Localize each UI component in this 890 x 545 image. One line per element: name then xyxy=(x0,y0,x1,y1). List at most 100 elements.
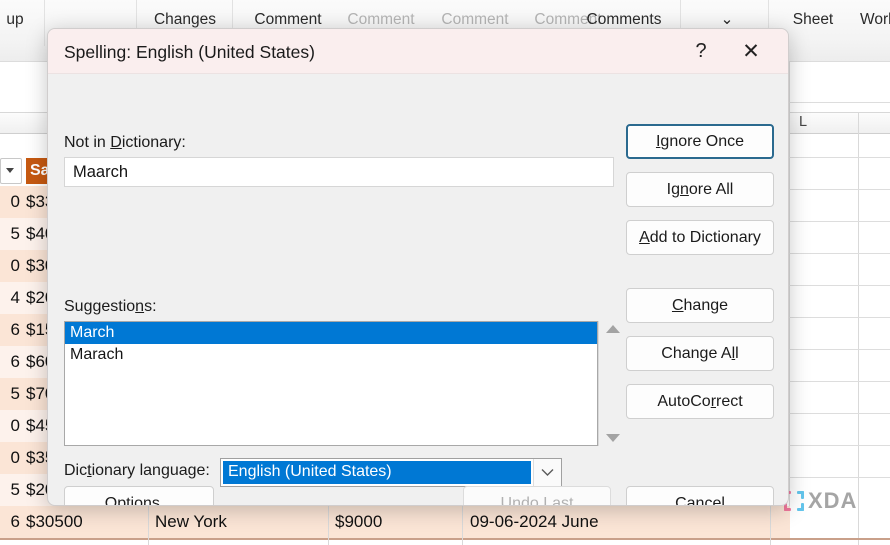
ribbon-group-2[interactable]: Translate xyxy=(46,0,138,7)
btn-label-part: dd to Dictionary xyxy=(649,228,761,246)
btn-accesskey: n xyxy=(679,180,689,198)
table-row[interactable]: 5 $40 xyxy=(0,218,54,250)
column-header-L[interactable]: L xyxy=(790,114,816,130)
label-part: ionary language: xyxy=(91,462,210,479)
table-row[interactable]: 5 $20 xyxy=(0,474,54,506)
scroll-up-icon[interactable] xyxy=(605,325,620,333)
dialog-titlebar[interactable]: Spelling: English (United States) ? ✕ xyxy=(48,29,788,74)
cell-target: $9000 xyxy=(335,512,383,531)
btn-label-part: Ig xyxy=(666,180,680,198)
cell-qty: 0 xyxy=(10,448,20,467)
grid-vline xyxy=(770,506,771,545)
add-to-dictionary-button[interactable]: Add to Dictionary xyxy=(626,220,774,255)
cell-qty: 5 xyxy=(10,384,20,403)
grid-vline xyxy=(858,112,859,545)
label-part: s: xyxy=(144,298,157,315)
cell-qty: 0 xyxy=(10,256,20,275)
ribbon-group-10[interactable]: Protect Sheet xyxy=(776,0,850,32)
table-row[interactable]: 4 $20 xyxy=(0,282,54,314)
help-icon[interactable]: ? xyxy=(684,35,718,68)
grid-vline xyxy=(148,506,149,545)
cell-qty: 0 xyxy=(10,192,20,211)
dictionary-language-label: Dictionary language: xyxy=(64,462,210,480)
table-row[interactable]: 0 $35 xyxy=(0,442,54,474)
cell-qty: 6 xyxy=(10,352,20,371)
suggestion-items: March Marach xyxy=(65,322,597,366)
cell-target: $9000 xyxy=(335,540,382,545)
grid-hline xyxy=(789,189,890,190)
close-icon[interactable]: ✕ xyxy=(734,35,768,68)
cell-date: 09-06-2024 June xyxy=(470,512,599,531)
grid-hline xyxy=(789,157,890,158)
btn-accesskey: O xyxy=(104,494,118,506)
btn-label-part: l xyxy=(735,344,739,362)
grid-hline xyxy=(789,102,890,103)
grid-hline xyxy=(789,285,890,286)
ignore-once-button[interactable]: Ignore Once xyxy=(626,124,774,159)
autocorrect-button[interactable]: AutoCo r rect xyxy=(626,384,774,419)
label-part: Not in xyxy=(64,134,111,151)
ribbon-group-11[interactable]: Pro Work xyxy=(852,0,890,32)
spelling-dialog: Spelling: English (United States) ? ✕ No… xyxy=(47,28,789,506)
filter-dropdown-icon[interactable] xyxy=(0,158,22,184)
table-row[interactable]: 6 $15 xyxy=(0,314,54,346)
change-button[interactable]: Change xyxy=(626,288,774,323)
cell-qty: 6 xyxy=(0,540,20,545)
grid-hline xyxy=(789,253,890,254)
cell-qty: 0 xyxy=(10,416,20,435)
btn-label-part: ptions... xyxy=(117,494,174,506)
dialog-title: Spelling: English (United States) xyxy=(64,42,315,62)
btn-label-part: Undo Last xyxy=(500,494,574,506)
suggestions-listbox[interactable]: March Marach xyxy=(64,321,598,446)
table-row[interactable]: 0 $30 xyxy=(0,250,54,282)
grid-hline xyxy=(789,445,890,446)
cell-state: New York xyxy=(155,512,227,531)
table-row[interactable]: 6 $60 xyxy=(0,346,54,378)
grid-vline xyxy=(462,506,463,545)
undo-last-button: Undo Last xyxy=(463,486,611,506)
grid-hline xyxy=(789,349,890,350)
table-row[interactable]: 5 $70 xyxy=(0,378,54,410)
btn-accesskey: A xyxy=(639,228,650,246)
scroll-down-icon[interactable] xyxy=(605,434,620,442)
not-in-dictionary-label: Not in Dictionary: xyxy=(64,134,186,152)
grid-vline xyxy=(789,62,790,545)
cancel-button[interactable]: Cancel xyxy=(626,486,774,505)
suggestions-scrollbar[interactable] xyxy=(598,321,626,446)
table-row[interactable]: 0 $33 xyxy=(0,186,54,218)
cell-date: 09-06-2024 June xyxy=(470,540,599,545)
grid-hline xyxy=(789,317,890,318)
label-accesskey: n xyxy=(135,298,145,315)
cell-qty: 4 xyxy=(10,288,20,307)
cell-qty: 6 xyxy=(10,320,20,339)
cell-amount: $30500 xyxy=(26,512,83,531)
table-row[interactable]: 6 $30500 Arizona $9000 09-06-2024 June xyxy=(0,540,790,545)
options-button[interactable]: Options... xyxy=(64,486,214,506)
btn-label-part: gnore Once xyxy=(660,132,745,150)
label-part: Dic xyxy=(64,462,88,479)
suggestions-label: Suggestions: xyxy=(64,298,157,316)
ignore-all-button[interactable]: Ig n ore All xyxy=(626,172,774,207)
grid-hline xyxy=(789,477,890,478)
ribbon-separator xyxy=(44,0,45,46)
ribbon-group-1[interactable]: ts xyxy=(0,0,44,7)
not-in-dictionary-input[interactable]: Maarch xyxy=(64,157,614,187)
label-part: ictionary: xyxy=(121,134,186,151)
dictionary-language-combobox[interactable]: English (United States) xyxy=(220,458,562,487)
xda-watermark: XDA xyxy=(784,486,882,516)
list-item[interactable]: Marach xyxy=(65,344,597,366)
change-all-button[interactable]: Change All xyxy=(626,336,774,371)
cell-state: Arizona xyxy=(155,540,213,545)
label-part: Suggestio xyxy=(64,298,136,315)
btn-label-part: hange xyxy=(683,296,729,314)
grid-vline xyxy=(328,506,329,545)
table-row[interactable]: 6 $30500 New York $9000 09-06-2024 June xyxy=(0,506,790,538)
screen: rt uptsTranslateShow ChangesNew CommentD… xyxy=(0,0,890,545)
chevron-down-icon[interactable] xyxy=(533,459,561,486)
btn-label-part: Change A xyxy=(661,344,732,362)
table-row[interactable]: 0 $45 xyxy=(0,410,54,442)
btn-accesskey: C xyxy=(671,296,684,314)
cell-qty: 5 xyxy=(10,480,20,499)
list-item[interactable]: March xyxy=(65,322,597,344)
btn-label-part: rect xyxy=(716,392,743,410)
